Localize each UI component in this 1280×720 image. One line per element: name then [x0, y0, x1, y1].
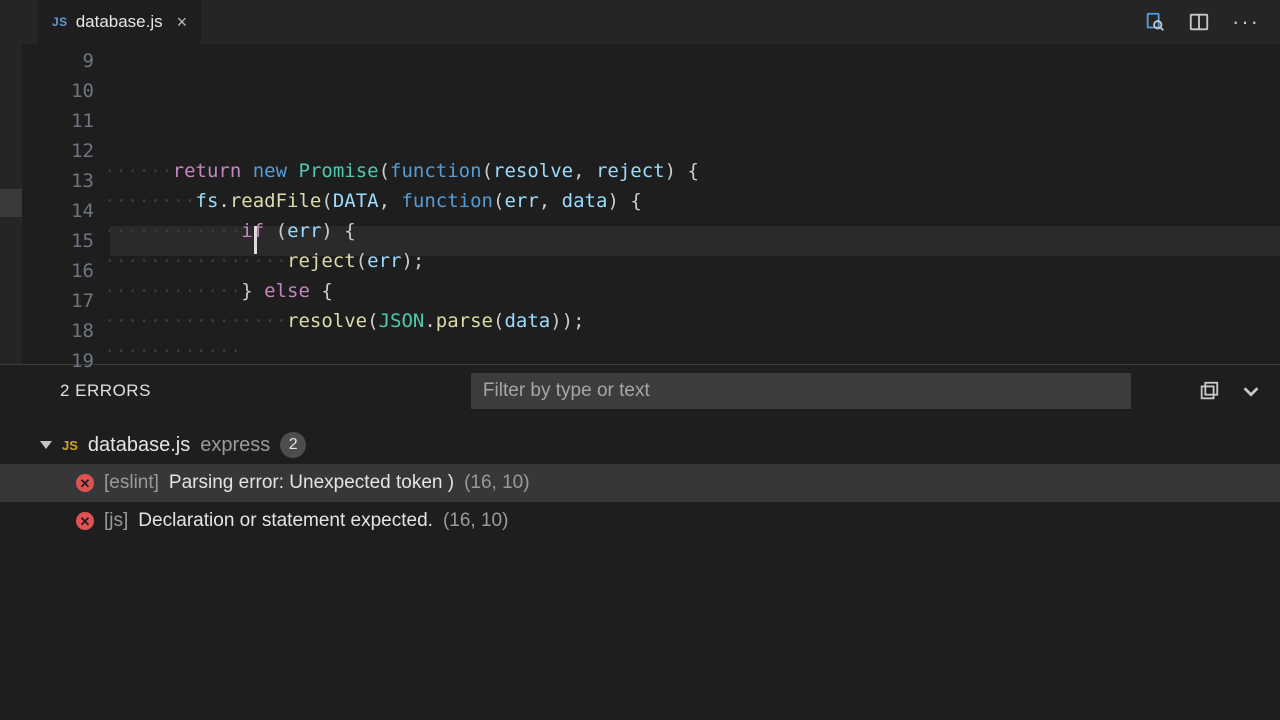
- code-area[interactable]: ······return new Promise(function(resolv…: [104, 44, 1280, 364]
- code-line[interactable]: ············: [104, 336, 1280, 364]
- code-editor[interactable]: 910111213141516171819 ······return new P…: [0, 44, 1280, 364]
- problems-filter-input[interactable]: [471, 373, 1131, 409]
- code-line[interactable]: ················resolve(JSON.parse(data)…: [104, 306, 1280, 336]
- problems-file-name: database.js: [88, 434, 190, 457]
- line-number: 14: [22, 196, 94, 226]
- line-number: 18: [22, 316, 94, 346]
- problem-item[interactable]: ✕ [eslint] Parsing error: Unexpected tok…: [0, 464, 1280, 502]
- activity-selection: [0, 189, 22, 217]
- line-number: 12: [22, 136, 94, 166]
- problems-title: 2 ERRORS: [60, 381, 151, 401]
- line-number: 17: [22, 286, 94, 316]
- line-number: 9: [22, 46, 94, 76]
- code-line[interactable]: ········fs.readFile(DATA, function(err, …: [104, 186, 1280, 216]
- more-icon[interactable]: ···: [1232, 11, 1260, 33]
- error-icon: ✕: [76, 474, 94, 492]
- problem-message: Parsing error: Unexpected token ): [169, 472, 454, 494]
- split-editor-icon[interactable]: [1188, 11, 1210, 33]
- close-icon[interactable]: ×: [177, 12, 188, 33]
- problems-count-badge: 2: [280, 432, 306, 458]
- line-number: 11: [22, 106, 94, 136]
- collapse-all-icon[interactable]: [1198, 380, 1220, 402]
- problems-header: 2 ERRORS: [0, 364, 1280, 416]
- line-number: 15: [22, 226, 94, 256]
- problems-list: JS database.js express 2 ✕ [eslint] Pars…: [0, 416, 1280, 540]
- tab-title: database.js: [76, 12, 163, 32]
- line-gutter: 910111213141516171819: [22, 44, 104, 364]
- error-icon: ✕: [76, 512, 94, 530]
- line-number: 13: [22, 166, 94, 196]
- code-line[interactable]: ············} else {: [104, 276, 1280, 306]
- caret-down-icon: [40, 441, 52, 449]
- preview-search-icon[interactable]: [1144, 11, 1166, 33]
- problem-message: Declaration or statement expected.: [138, 510, 433, 532]
- problems-file-folder: express: [200, 434, 270, 457]
- problem-source: [eslint]: [104, 472, 159, 494]
- tab-bar: JS database.js × ···: [0, 0, 1280, 44]
- problem-location: (16, 10): [464, 472, 529, 494]
- problem-source: [js]: [104, 510, 128, 532]
- line-number: 19: [22, 346, 94, 376]
- text-cursor: [254, 226, 257, 254]
- code-line[interactable]: ······return new Promise(function(resolv…: [104, 156, 1280, 186]
- line-number: 16: [22, 256, 94, 286]
- problem-location: (16, 10): [443, 510, 508, 532]
- problems-file-row[interactable]: JS database.js express 2: [0, 426, 1280, 464]
- problem-item[interactable]: ✕ [js] Declaration or statement expected…: [0, 502, 1280, 540]
- js-icon: JS: [52, 15, 68, 29]
- chevron-down-icon[interactable]: [1240, 380, 1262, 402]
- editor-actions: ···: [1144, 11, 1280, 33]
- js-icon: JS: [62, 438, 78, 453]
- editor-tab[interactable]: JS database.js ×: [38, 0, 201, 44]
- line-number: 10: [22, 76, 94, 106]
